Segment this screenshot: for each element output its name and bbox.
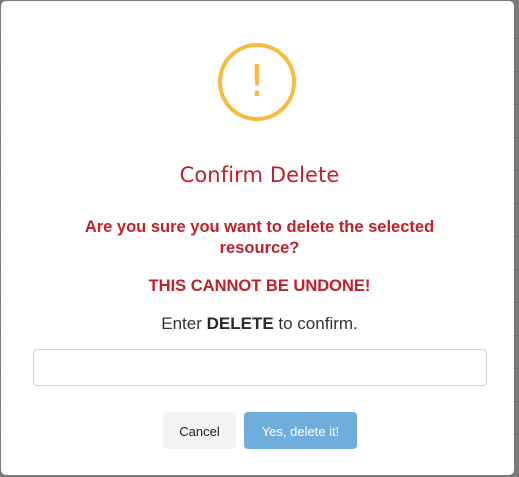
- warning-icon: !: [218, 43, 296, 121]
- exclamation-mark-icon: !: [248, 56, 266, 107]
- cancel-button[interactable]: Cancel: [163, 412, 236, 449]
- confirm-instruction: Enter DELETE to confirm.: [1, 314, 518, 334]
- confirm-text-input[interactable]: [33, 349, 487, 386]
- instruction-suffix: to confirm.: [278, 314, 358, 333]
- dialog-question: Are you sure you want to delete the sele…: [84, 218, 435, 257]
- confirm-delete-button[interactable]: Yes, delete it!: [244, 412, 357, 449]
- dialog-title: Confirm Delete: [179, 163, 340, 187]
- instruction-prefix: Enter: [161, 314, 202, 333]
- confirm-delete-dialog: ! Confirm Delete Are you sure you want t…: [1, 1, 514, 475]
- instruction-keyword: DELETE: [206, 314, 274, 333]
- irreversible-warning: THIS CANNOT BE UNDONE!: [148, 277, 371, 295]
